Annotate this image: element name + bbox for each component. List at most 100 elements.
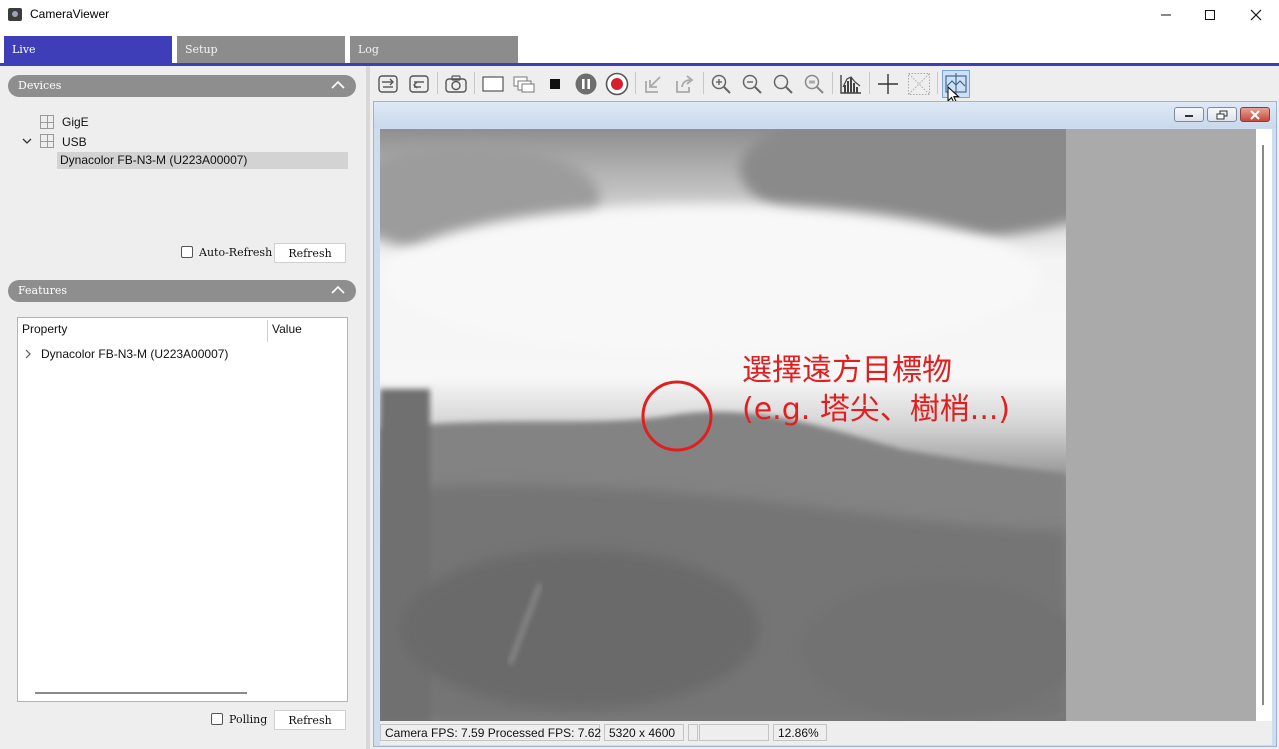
child-restore-button[interactable] <box>1207 107 1237 122</box>
toolbar-separator <box>832 72 833 94</box>
stop-icon <box>550 79 560 89</box>
toolbar-separator <box>437 72 438 94</box>
devices-header[interactable]: Devices <box>8 75 356 97</box>
chevron-right-icon[interactable] <box>24 349 32 359</box>
app-camera-icon <box>8 8 22 21</box>
grid-overlay-icon <box>908 73 930 95</box>
vertical-scrollbar-thumb[interactable] <box>1262 145 1264 705</box>
histogram-button[interactable] <box>837 70 865 98</box>
restore-icon <box>1216 110 1228 119</box>
toolbar-separator <box>937 72 938 94</box>
column-header-value[interactable]: Value <box>272 322 302 336</box>
toolbar <box>370 66 1279 104</box>
child-minimize-button[interactable] <box>1174 107 1204 122</box>
connect-button[interactable] <box>374 70 402 98</box>
tree-item-device[interactable]: Dynacolor FB-N3-M (U223A00007) <box>60 153 247 167</box>
image-window-titlebar[interactable] <box>374 102 1276 128</box>
image-background-area <box>1066 129 1256 721</box>
right-panel: 選擇遠方目標物 (e.g. 塔尖、樹梢...) Camera FPS: 7.59… <box>370 66 1279 749</box>
left-panel: Devices GigE USB Dynacolor FB-N3-M (U223… <box>0 66 366 749</box>
features-refresh-button[interactable]: Refresh <box>274 710 346 730</box>
gige-grid-icon <box>40 115 54 129</box>
column-header-property[interactable]: Property <box>22 322 67 336</box>
image-window[interactable]: 選擇遠方目標物 (e.g. 塔尖、樹梢...) Camera FPS: 7.59… <box>373 101 1277 747</box>
status-fps: Camera FPS: 7.59 Processed FPS: 7.62 <box>380 724 601 741</box>
chevron-up-icon[interactable] <box>330 282 346 298</box>
snapshot-button[interactable] <box>442 70 470 98</box>
close-icon <box>1250 9 1262 21</box>
vertical-scrollbar[interactable] <box>1256 129 1272 721</box>
tab-bar: Live Setup Log <box>0 30 1279 66</box>
import-button[interactable] <box>640 70 668 98</box>
devices-header-label: Devices <box>18 79 62 92</box>
features-header[interactable]: Features <box>8 280 356 302</box>
status-bar: Camera FPS: 7.59 Processed FPS: 7.62 532… <box>380 721 1272 745</box>
annotation-line2: (e.g. 塔尖、樹梢...) <box>742 392 1011 427</box>
status-empty-1 <box>688 724 698 741</box>
grid-overlay-button[interactable] <box>905 70 933 98</box>
zoom-fit-icon <box>773 74 793 94</box>
zoom-reset-button[interactable] <box>800 70 828 98</box>
auto-refresh-checkbox[interactable] <box>181 246 193 258</box>
status-resolution: 5320 x 4600 <box>604 724 684 741</box>
property-row-device[interactable]: Dynacolor FB-N3-M (U223A00007) <box>41 347 228 361</box>
disconnect-button[interactable] <box>405 70 433 98</box>
toolbar-separator <box>635 72 636 94</box>
cascade-windows-icon <box>513 76 535 93</box>
maximize-button[interactable] <box>1187 0 1233 30</box>
record-icon <box>605 72 629 96</box>
histogram-icon <box>840 75 861 94</box>
horizontal-scrollbar[interactable] <box>35 692 247 694</box>
camera-viewer-window: CameraViewer Live Setup Log Devices GigE… <box>0 0 1279 749</box>
crosshair-button[interactable] <box>874 70 902 98</box>
cascade-windows-button[interactable] <box>510 70 538 98</box>
usb-grid-icon <box>40 134 54 148</box>
auto-refresh-label: Auto-Refresh <box>199 246 273 259</box>
connect-icon <box>378 75 398 93</box>
chevron-up-icon[interactable] <box>330 77 346 93</box>
toolbar-separator <box>474 72 475 94</box>
zoom-out-button[interactable] <box>738 70 766 98</box>
tree-item-usb[interactable]: USB <box>62 135 87 149</box>
tree-item-gige[interactable]: GigE <box>62 115 89 129</box>
image-window-client: 選擇遠方目標物 (e.g. 塔尖、樹梢...) Camera FPS: 7.59… <box>380 129 1272 745</box>
camera-image[interactable]: 選擇遠方目標物 (e.g. 塔尖、樹梢...) <box>380 129 1066 721</box>
maximize-icon <box>1205 10 1215 20</box>
annotation-line1: 選擇遠方目標物 <box>742 353 952 388</box>
close-icon <box>1250 109 1260 120</box>
stop-button[interactable] <box>541 70 569 98</box>
export-button[interactable] <box>671 70 699 98</box>
crosshair-icon <box>878 74 898 94</box>
export-share-icon <box>676 75 694 93</box>
single-window-icon <box>482 76 504 92</box>
pause-button[interactable] <box>572 70 600 98</box>
tab-live[interactable]: Live <box>4 36 172 63</box>
snapshot-camera-icon <box>445 75 467 93</box>
title-bar: CameraViewer <box>0 0 1279 30</box>
status-zoom: 12.86% <box>773 724 827 741</box>
pause-icon <box>575 73 597 95</box>
toolbar-separator <box>703 72 704 94</box>
single-window-button[interactable] <box>479 70 507 98</box>
polling-checkbox[interactable] <box>211 713 223 725</box>
zoom-out-icon <box>742 74 762 94</box>
zoom-in-icon <box>711 74 731 94</box>
tab-setup[interactable]: Setup <box>177 36 345 63</box>
close-button[interactable] <box>1233 0 1279 30</box>
minimize-button[interactable] <box>1143 0 1189 30</box>
window-title: CameraViewer <box>30 7 110 21</box>
zoom-reset-icon <box>804 74 824 94</box>
devices-refresh-button[interactable]: Refresh <box>274 243 346 263</box>
zoom-in-button[interactable] <box>707 70 735 98</box>
property-grid[interactable]: Property Value Dynacolor FB-N3-M (U223A0… <box>17 317 348 702</box>
import-icon <box>645 76 661 93</box>
child-close-button[interactable] <box>1240 107 1270 122</box>
chevron-down-icon[interactable] <box>21 136 33 146</box>
minimize-icon <box>1185 114 1193 117</box>
status-empty-2 <box>699 724 769 741</box>
tab-log[interactable]: Log <box>350 36 518 63</box>
zoom-fit-button[interactable] <box>769 70 797 98</box>
toolbar-separator <box>869 72 870 94</box>
record-button[interactable] <box>603 70 631 98</box>
column-separator[interactable] <box>267 320 268 342</box>
